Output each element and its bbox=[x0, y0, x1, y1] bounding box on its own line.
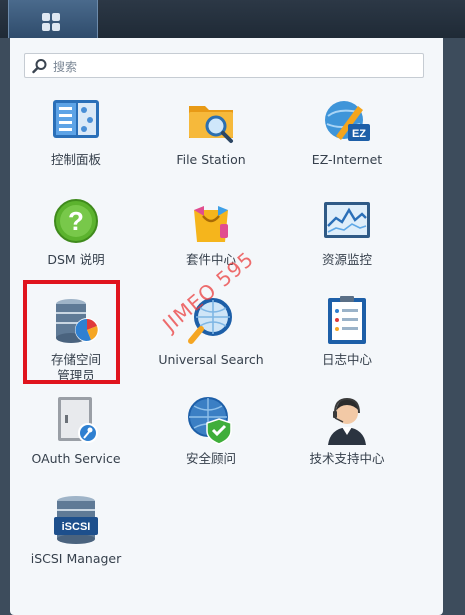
app-label: OAuth Service bbox=[31, 451, 121, 466]
shopping-bag-icon bbox=[194, 206, 228, 242]
app-control-panel[interactable]: 控制面板 bbox=[11, 96, 141, 192]
control-panel-icon bbox=[53, 100, 99, 138]
svg-text:iSCSI: iSCSI bbox=[62, 521, 91, 533]
oauth-door-key-icon bbox=[58, 397, 98, 443]
app-label: 资源监控 bbox=[321, 252, 372, 267]
security-advisor-icon bbox=[188, 397, 232, 445]
main-menu-button[interactable] bbox=[8, 0, 98, 38]
log-center-icon bbox=[328, 296, 366, 344]
svg-text:?: ? bbox=[68, 206, 84, 236]
app-label: iSCSI Manager bbox=[30, 551, 122, 566]
search-input[interactable] bbox=[51, 56, 415, 77]
app-iscsi-manager[interactable]: iSCSI iSCSI Manager bbox=[11, 495, 141, 591]
app-label: 技术支持中心 bbox=[309, 451, 385, 466]
app-log-center[interactable]: 日志中心 bbox=[282, 296, 412, 392]
app-label: File Station bbox=[176, 152, 246, 167]
app-ez-internet[interactable]: EZ EZ-Internet bbox=[282, 96, 412, 192]
app-label: EZ-Internet bbox=[311, 152, 383, 167]
main-menu-panel: 控制面板 File Station EZ EZ-Internet ? DSM 说… bbox=[10, 38, 443, 615]
app-dsm-help[interactable]: ? DSM 说明 bbox=[11, 196, 141, 292]
app-label: 安全顾问 bbox=[185, 451, 236, 466]
app-support-center[interactable]: 技术支持中心 bbox=[282, 395, 412, 491]
app-label: 控制面板 bbox=[50, 152, 101, 167]
help-icon: ? bbox=[54, 199, 98, 243]
app-file-station[interactable]: File Station bbox=[146, 96, 276, 192]
taskbar bbox=[0, 0, 465, 38]
app-security-advisor[interactable]: 安全顾问 bbox=[146, 395, 276, 491]
svg-text:EZ: EZ bbox=[352, 128, 366, 140]
search-icon bbox=[32, 59, 47, 74]
folder-search-icon bbox=[189, 106, 233, 143]
app-label: Universal Search bbox=[158, 352, 264, 367]
resource-monitor-icon bbox=[324, 202, 370, 238]
support-agent-icon bbox=[328, 397, 366, 445]
app-resource-monitor[interactable]: 资源监控 bbox=[282, 196, 412, 292]
iscsi-manager-icon: iSCSI bbox=[54, 496, 98, 544]
search-box[interactable] bbox=[24, 53, 424, 78]
app-label: 日志中心 bbox=[321, 352, 372, 367]
ez-internet-icon: EZ bbox=[325, 101, 370, 141]
highlight-box bbox=[23, 280, 120, 384]
app-oauth-service[interactable]: OAuth Service bbox=[11, 395, 141, 491]
app-label: DSM 说明 bbox=[47, 252, 105, 267]
